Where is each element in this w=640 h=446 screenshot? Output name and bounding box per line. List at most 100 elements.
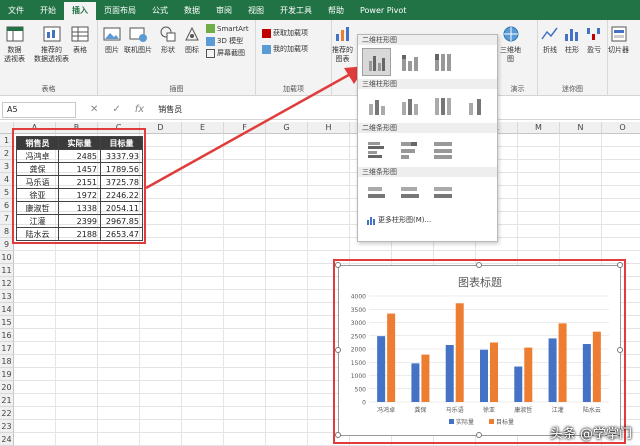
- menu-tab-6[interactable]: 审阅: [208, 2, 240, 20]
- stacked-bar-option[interactable]: [395, 136, 424, 164]
- column-header[interactable]: O: [602, 122, 640, 134]
- 100-stacked-bar-icon: [433, 142, 452, 159]
- smartart-button[interactable]: SmartArt: [206, 24, 249, 33]
- recommended-charts-button[interactable]: 推荐的 图表: [332, 24, 353, 64]
- 3d-map-button[interactable]: 三维地 图: [500, 24, 521, 64]
- stacked-column-option[interactable]: [395, 48, 424, 76]
- tables-group: 数据 透视表 推荐的 数据透视表 表格 表格: [0, 20, 98, 96]
- my-addins-button[interactable]: 我的加载项: [262, 44, 308, 54]
- table-label: 表格: [73, 46, 87, 54]
- slicer-label: 切片器: [608, 46, 629, 54]
- 3d-stacked-bar-option[interactable]: [395, 180, 424, 208]
- row-header[interactable]: 23: [0, 420, 14, 433]
- sparkline-line-button[interactable]: 折线: [540, 24, 560, 55]
- sparkline-column-label: 柱形: [565, 46, 579, 54]
- column-header[interactable]: N: [560, 122, 602, 134]
- menu-tab-9[interactable]: 帮助: [320, 2, 352, 20]
- row-header[interactable]: 13: [0, 290, 14, 303]
- row-header[interactable]: 12: [0, 277, 14, 290]
- 3d-map-label: 三维地 图: [500, 46, 521, 63]
- menu-tab-1[interactable]: 开始: [32, 2, 64, 20]
- more-column-charts-label: 更多柱形图(M)...: [378, 216, 432, 224]
- 3d-model-button[interactable]: 3D 模型: [206, 36, 243, 46]
- row-header[interactable]: 19: [0, 368, 14, 381]
- online-pictures-button[interactable]: 联机图片: [124, 24, 152, 55]
- column-sparkline-icon: [565, 29, 578, 41]
- slicer-button[interactable]: 切片器: [608, 24, 629, 55]
- addins-icon: [262, 44, 271, 54]
- 100-stacked-column-option[interactable]: [428, 48, 457, 76]
- tables-group-label: 表格: [41, 85, 56, 93]
- menu-tab-7[interactable]: 视图: [240, 2, 272, 20]
- clustered-bar-option[interactable]: [362, 136, 391, 164]
- tours-group-label: 演示: [510, 85, 525, 93]
- watermark: 头条 @学掌门: [549, 427, 632, 442]
- name-box[interactable]: A5: [2, 101, 76, 118]
- pointer-arrow: [145, 66, 366, 190]
- section-3d-column: 三维柱形图: [358, 79, 497, 89]
- stacked-column-icon: [401, 55, 418, 71]
- sparkline-winloss-button[interactable]: 盈亏: [584, 24, 604, 55]
- 100-stacked-bar-option[interactable]: [428, 136, 457, 164]
- menu-tab-10[interactable]: Power Pivot: [352, 2, 414, 20]
- my-addins-label: 我的加载项: [273, 45, 308, 53]
- menu-tab-2[interactable]: 插入: [64, 2, 96, 20]
- pictures-button[interactable]: 图片: [102, 24, 122, 55]
- screenshot-button[interactable]: 屏幕截图: [206, 48, 245, 58]
- menu-tab-3[interactable]: 页面布局: [96, 2, 144, 20]
- slicer-icon: [611, 26, 626, 42]
- 3d-stacked-icon: [401, 99, 418, 115]
- cancel-icon[interactable]: ✕: [90, 104, 98, 115]
- row-header[interactable]: 11: [0, 264, 14, 277]
- column-chart-dropdown: 二维柱形图 三维柱形图 二维条形图 三维条形图 更多柱形图(M)...: [357, 34, 498, 242]
- menu-bar: 文件 开始 插入 页面布局 公式 数据 审阅 视图 开发工具 帮助 Power Pivot: [0, 0, 640, 20]
- row-header[interactable]: 17: [0, 342, 14, 355]
- row-header[interactable]: 22: [0, 407, 14, 420]
- smartart-label: SmartArt: [217, 24, 249, 33]
- menu-tab-0[interactable]: 文件: [0, 2, 32, 20]
- menu-tab-5[interactable]: 数据: [176, 2, 208, 20]
- clustered-column-option[interactable]: [362, 48, 391, 76]
- 3d-column-icon: [468, 99, 481, 115]
- row-header[interactable]: 14: [0, 303, 14, 316]
- menu-tab-8[interactable]: 开发工具: [272, 2, 320, 20]
- 3d-clustered-column-option[interactable]: [362, 92, 391, 120]
- recommended-pivot-button[interactable]: 推荐的 数据透视表: [34, 24, 69, 64]
- row-header[interactable]: 16: [0, 329, 14, 342]
- row-header[interactable]: 15: [0, 316, 14, 329]
- menu-tab-4[interactable]: 公式: [144, 2, 176, 20]
- 3d-100-stacked-bar-option[interactable]: [428, 180, 457, 208]
- 3d-clustered-bar-option[interactable]: [362, 180, 391, 208]
- clustered-column-icon: [368, 56, 385, 71]
- 3d-stacked-bar-icon: [400, 187, 419, 198]
- icons-button[interactable]: 图标: [182, 24, 202, 55]
- table-button[interactable]: 表格: [70, 24, 90, 55]
- row-header[interactable]: 20: [0, 381, 14, 394]
- gridline: [14, 250, 640, 251]
- column-header[interactable]: M: [518, 122, 560, 134]
- get-addins-button[interactable]: 获取加载项: [262, 28, 308, 38]
- section-3d-bar: 三维条形图: [358, 167, 497, 177]
- row-header[interactable]: 21: [0, 394, 14, 407]
- clustered-bar-icon: [367, 142, 384, 158]
- online-pictures-label: 联机图片: [124, 46, 152, 54]
- 3d-column-option[interactable]: [461, 92, 490, 120]
- 3d-stacked-column-option[interactable]: [395, 92, 424, 120]
- 3d-100-stacked-option[interactable]: [428, 92, 457, 120]
- row-header[interactable]: 18: [0, 355, 14, 368]
- row-header[interactable]: 24: [0, 433, 14, 446]
- 100-stacked-column-icon: [434, 54, 451, 71]
- screenshot-icon: [206, 48, 215, 58]
- sparkline-column-button[interactable]: 柱形: [562, 24, 582, 55]
- pivot-table-button[interactable]: 数据 透视表: [4, 24, 25, 64]
- globe-icon: [503, 26, 518, 42]
- more-column-charts-option[interactable]: 更多柱形图(M)...: [358, 211, 497, 229]
- online-picture-icon: [129, 27, 147, 42]
- get-addins-label: 获取加载项: [273, 29, 308, 37]
- row-header[interactable]: 10: [0, 251, 14, 264]
- recommended-pivot-label: 推荐的 数据透视表: [34, 46, 69, 63]
- section-2d-bar: 二维条形图: [358, 123, 497, 133]
- shapes-button[interactable]: 形状: [158, 24, 178, 55]
- confirm-icon[interactable]: ✓: [112, 104, 120, 115]
- pivot-table-label: 数据 透视表: [4, 46, 25, 63]
